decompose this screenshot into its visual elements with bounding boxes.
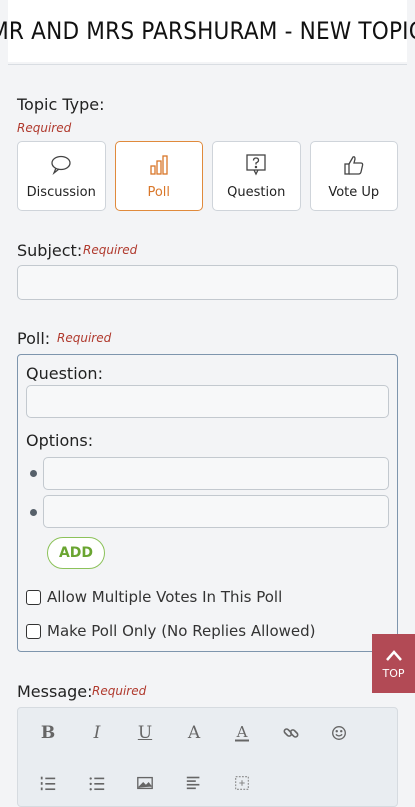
svg-text:A: A <box>236 723 248 741</box>
align-left-icon[interactable] <box>179 768 209 798</box>
topic-type-label-discussion: Discussion <box>26 184 96 200</box>
message-required: Required <box>92 684 147 698</box>
option-bullet <box>30 509 37 516</box>
thumbs-up-icon <box>344 155 363 175</box>
topic-type-vote-up[interactable]: Vote Up <box>309 141 398 211</box>
option-bullet <box>30 470 37 477</box>
bold-icon[interactable]: B <box>33 718 63 748</box>
topic-type-label: Topic Type: <box>17 95 105 114</box>
poll-question-input[interactable] <box>26 385 389 418</box>
poll-question-label: Question: <box>26 364 103 383</box>
poll-only-label: Make Poll Only (No Replies Allowed) <box>47 622 316 640</box>
topic-type-label-question: Question <box>227 184 286 200</box>
back-to-top-button[interactable]: TOP <box>372 634 415 693</box>
bar-chart-icon <box>150 154 168 175</box>
message-label: Message: <box>17 682 93 701</box>
numbered-list-icon[interactable] <box>33 768 63 798</box>
topic-type-label-vote-up: Vote Up <box>328 184 380 200</box>
question-bubble-icon <box>246 153 266 175</box>
allow-multiple-votes-label: Allow Multiple Votes In This Poll <box>47 588 283 606</box>
numbered-list-glyph <box>40 776 56 791</box>
image-icon[interactable] <box>130 768 160 798</box>
underline-icon[interactable]: U <box>130 718 160 748</box>
speech-bubble-icon <box>51 155 71 175</box>
bulleted-list-glyph <box>89 777 105 791</box>
topic-type-selector: Discussion Poll Question Vote Up <box>17 141 398 211</box>
poll-only-checkbox[interactable] <box>26 624 41 639</box>
link-glyph <box>283 728 299 738</box>
back-to-top-label: TOP <box>382 667 405 680</box>
topic-type-poll[interactable]: Poll <box>114 141 203 211</box>
emoji-icon[interactable] <box>324 718 354 748</box>
poll-option-input-2[interactable] <box>43 495 389 528</box>
topic-type-required: Required <box>17 121 72 135</box>
font-color-glyph: A <box>235 723 249 742</box>
subject-input[interactable] <box>17 265 398 300</box>
page-title: MR AND MRS PARSHURAM - NEW TOPIC <box>0 17 415 45</box>
header-divider <box>8 64 407 65</box>
topic-type-question[interactable]: Question <box>212 141 301 211</box>
add-option-button[interactable]: ADD <box>47 537 105 569</box>
subject-required: Required <box>83 243 138 257</box>
emoji-glyph <box>332 726 346 740</box>
allow-multiple-votes-checkbox[interactable] <box>26 590 41 605</box>
subject-label: Subject: <box>17 241 83 260</box>
italic-icon[interactable]: I <box>82 718 112 748</box>
align-left-glyph <box>186 776 200 790</box>
topic-type-label-poll: Poll <box>147 184 171 200</box>
chevron-up-icon <box>385 650 402 661</box>
poll-required: Required <box>57 331 112 345</box>
insert-icon[interactable] <box>227 768 257 798</box>
bulleted-list-icon[interactable] <box>82 768 112 798</box>
font-size-icon[interactable]: A <box>179 718 209 748</box>
poll-options-label: Options: <box>26 431 94 450</box>
link-icon[interactable] <box>276 718 306 748</box>
page-header: MR AND MRS PARSHURAM - NEW TOPIC <box>0 0 415 62</box>
topic-type-discussion[interactable]: Discussion <box>17 141 106 211</box>
image-glyph <box>137 776 153 790</box>
font-color-icon[interactable]: A <box>227 718 257 748</box>
poll-label: Poll: <box>17 329 51 348</box>
insert-glyph <box>235 776 249 790</box>
poll-option-input-1[interactable] <box>43 457 389 490</box>
